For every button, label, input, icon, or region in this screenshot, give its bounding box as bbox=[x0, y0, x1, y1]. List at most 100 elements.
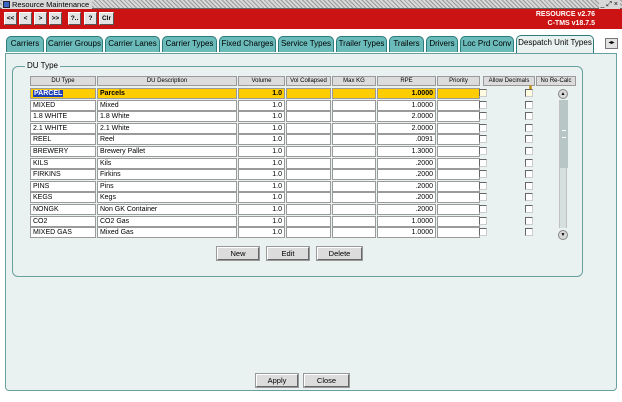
volume-cell[interactable]: 1.0 bbox=[238, 134, 285, 146]
col-header-du-description[interactable]: DU Description bbox=[97, 76, 237, 86]
window-controls[interactable]: _ ⤢ × bbox=[598, 0, 620, 9]
du-description-cell[interactable]: Reel bbox=[97, 134, 237, 146]
clear-button[interactable]: Clr bbox=[99, 12, 114, 25]
du-description-cell[interactable]: Firkins bbox=[97, 169, 237, 181]
vol-collapsed-cell[interactable] bbox=[286, 192, 331, 204]
table-row[interactable]: PINS Pins 1.0 .2000 bbox=[30, 180, 590, 192]
volume-cell[interactable]: 1.0 bbox=[238, 122, 285, 134]
scroll-up-icon[interactable]: ▲ bbox=[558, 89, 568, 99]
apply-button[interactable]: Apply bbox=[256, 374, 298, 387]
no-recalc-checkbox[interactable]: ▘ bbox=[525, 87, 534, 97]
tab-carriers[interactable]: Carriers bbox=[6, 36, 44, 52]
table-row[interactable]: NONGK Non GK Container 1.0 .2000 bbox=[30, 204, 590, 215]
rpe-cell[interactable]: .0091 bbox=[377, 134, 436, 146]
allow-decimals-checkbox[interactable] bbox=[479, 158, 487, 167]
priority-cell[interactable] bbox=[437, 180, 480, 192]
no-recalc-checkbox[interactable] bbox=[525, 123, 533, 132]
table-row[interactable]: BREWERY Brewery Pallet 1.0 1.3000 bbox=[30, 146, 590, 157]
col-header-priority[interactable]: Priority bbox=[437, 76, 480, 86]
table-row[interactable]: MIXED GAS Mixed Gas 1.0 1.0000 bbox=[30, 227, 590, 239]
priority-cell[interactable] bbox=[437, 204, 480, 215]
previous-record-button[interactable]: < bbox=[19, 12, 32, 25]
no-recalc-checkbox[interactable] bbox=[525, 147, 533, 155]
vol-collapsed-cell[interactable] bbox=[286, 122, 331, 134]
table-row[interactable]: REEL Reel 1.0 .0091 bbox=[30, 134, 590, 146]
rpe-cell[interactable]: 1.0000 bbox=[377, 215, 436, 227]
du-type-cell[interactable]: 2.1 WHITE bbox=[30, 122, 96, 134]
col-header-allow-decimals[interactable]: Allow Decimals bbox=[483, 76, 535, 86]
max-kg-cell[interactable] bbox=[332, 111, 376, 123]
vol-collapsed-cell[interactable] bbox=[286, 227, 331, 239]
vol-collapsed-cell[interactable] bbox=[286, 215, 331, 227]
allow-decimals-checkbox[interactable] bbox=[479, 123, 487, 132]
allow-decimals-checkbox[interactable] bbox=[479, 181, 487, 190]
new-button[interactable]: New bbox=[217, 247, 259, 260]
tab-carrier-groups[interactable]: Carrier Groups bbox=[46, 36, 103, 52]
max-kg-cell[interactable] bbox=[332, 215, 376, 227]
volume-cell[interactable]: 1.0 bbox=[238, 146, 285, 157]
vol-collapsed-cell[interactable] bbox=[286, 99, 331, 111]
volume-cell[interactable]: 1.0 bbox=[238, 169, 285, 181]
volume-cell[interactable]: 1.0 bbox=[238, 99, 285, 111]
rpe-cell[interactable]: 1.0000 bbox=[377, 88, 436, 99]
allow-decimals-checkbox[interactable] bbox=[479, 216, 487, 225]
allow-decimals-checkbox[interactable] bbox=[479, 89, 487, 97]
vol-collapsed-cell[interactable] bbox=[286, 169, 331, 181]
max-kg-cell[interactable] bbox=[332, 169, 376, 181]
priority-cell[interactable] bbox=[437, 122, 480, 134]
table-row[interactable]: CO2 CO2 Gas 1.0 1.0000 bbox=[30, 215, 590, 227]
table-row[interactable]: MIXED Mixed 1.0 1.0000 bbox=[30, 99, 590, 111]
volume-cell[interactable]: 1.0 bbox=[238, 180, 285, 192]
du-description-cell[interactable]: Mixed bbox=[97, 99, 237, 111]
rpe-cell[interactable]: .2000 bbox=[377, 204, 436, 215]
du-type-cell[interactable]: KEGS bbox=[30, 192, 96, 204]
no-recalc-checkbox[interactable] bbox=[525, 112, 533, 121]
max-kg-cell[interactable] bbox=[332, 146, 376, 157]
no-recalc-checkbox[interactable] bbox=[525, 228, 533, 237]
du-type-cell[interactable]: PINS bbox=[30, 180, 96, 192]
max-kg-cell[interactable] bbox=[332, 157, 376, 169]
tab-service-types[interactable]: Service Types bbox=[278, 36, 334, 52]
table-row[interactable]: 2.1 WHITE 2.1 White 1.0 2.0000 bbox=[30, 122, 590, 134]
du-type-cell[interactable]: FIRKINS bbox=[30, 169, 96, 181]
rpe-cell[interactable]: 2.0000 bbox=[377, 111, 436, 123]
table-row[interactable]: PARCEL Parcels 1.0 1.0000 ▘ bbox=[30, 87, 590, 99]
col-header-rpe[interactable]: RPE bbox=[377, 76, 436, 86]
priority-cell[interactable] bbox=[437, 169, 480, 181]
no-recalc-checkbox[interactable] bbox=[525, 100, 533, 109]
col-header-max-kg[interactable]: Max KG bbox=[332, 76, 376, 86]
volume-cell[interactable]: 1.0 bbox=[238, 204, 285, 215]
du-description-cell[interactable]: Pins bbox=[97, 180, 237, 192]
rpe-cell[interactable]: .2000 bbox=[377, 157, 436, 169]
tab-drivers[interactable]: Drivers bbox=[426, 36, 458, 52]
scroll-track[interactable] bbox=[559, 100, 568, 228]
max-kg-cell[interactable] bbox=[332, 99, 376, 111]
du-description-cell[interactable]: Kegs bbox=[97, 192, 237, 204]
allow-decimals-checkbox[interactable] bbox=[479, 135, 487, 144]
du-type-cell[interactable]: BREWERY bbox=[30, 146, 96, 157]
col-header-du-type[interactable]: DU Type bbox=[30, 76, 96, 86]
close-button[interactable]: Close bbox=[304, 374, 349, 387]
tab-carrier-lanes[interactable]: Carrier Lanes bbox=[105, 36, 160, 52]
priority-cell[interactable] bbox=[437, 227, 480, 239]
volume-cell[interactable]: 1.0 bbox=[238, 192, 285, 204]
tab-trailer-types[interactable]: Trailer Types bbox=[336, 36, 387, 52]
max-kg-cell[interactable] bbox=[332, 122, 376, 134]
du-description-cell[interactable]: Non GK Container bbox=[97, 204, 237, 215]
max-kg-cell[interactable] bbox=[332, 180, 376, 192]
vol-collapsed-cell[interactable] bbox=[286, 157, 331, 169]
du-description-cell[interactable]: Kils bbox=[97, 157, 237, 169]
du-type-cell[interactable]: MIXED GAS bbox=[30, 227, 96, 239]
vol-collapsed-cell[interactable] bbox=[286, 146, 331, 157]
no-recalc-checkbox[interactable] bbox=[525, 205, 533, 213]
tab-carrier-types[interactable]: Carrier Types bbox=[162, 36, 217, 52]
vol-collapsed-cell[interactable] bbox=[286, 134, 331, 146]
scroll-down-icon[interactable]: ▼ bbox=[558, 230, 568, 240]
help-button[interactable]: ? bbox=[84, 12, 97, 25]
rpe-cell[interactable]: 2.0000 bbox=[377, 122, 436, 134]
priority-cell[interactable] bbox=[437, 157, 480, 169]
scroll-thumb[interactable] bbox=[560, 100, 568, 168]
du-type-cell[interactable]: NONGK bbox=[30, 204, 96, 215]
max-kg-cell[interactable] bbox=[332, 88, 376, 99]
table-row[interactable]: KILS Kils 1.0 .2000 bbox=[30, 157, 590, 169]
